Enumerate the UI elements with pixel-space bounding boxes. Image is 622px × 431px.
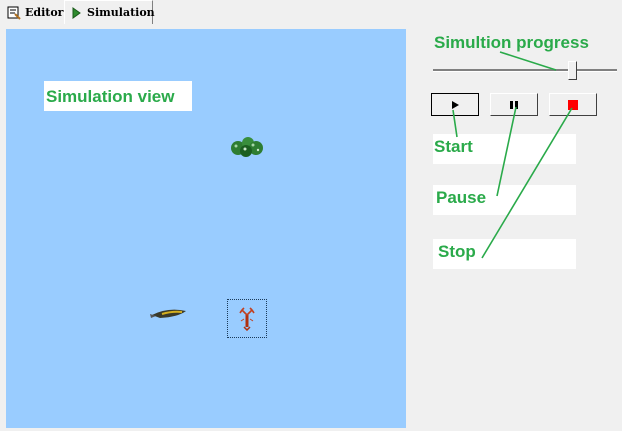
pause-annotation: Pause	[436, 188, 487, 207]
play-icon	[452, 100, 459, 109]
simulation-view[interactable]: Simulation view	[6, 29, 406, 428]
progress-annotation: Simultion progress	[434, 33, 589, 52]
pause-button[interactable]	[490, 93, 538, 116]
progress-slider-thumb[interactable]	[568, 61, 577, 80]
progress-arrow	[499, 51, 557, 71]
start-button[interactable]	[431, 93, 479, 116]
tree-cluster-icon[interactable]	[229, 135, 267, 159]
stop-button[interactable]	[549, 93, 597, 116]
tab-simulation[interactable]: Simulation	[64, 0, 155, 24]
tab-editor[interactable]: Editor	[3, 2, 64, 23]
tab-bar: Editor Simulation	[0, 0, 622, 24]
simulation-view-annotation: Simulation view	[44, 81, 192, 111]
progress-slider-track[interactable]	[433, 69, 617, 72]
fish-icon[interactable]	[148, 305, 190, 321]
pause-icon	[510, 100, 518, 109]
lobster-icon[interactable]	[238, 307, 256, 331]
start-annotation: Start	[434, 137, 473, 156]
editor-icon	[6, 5, 22, 21]
play-icon	[68, 5, 84, 21]
selection-box[interactable]	[227, 299, 267, 338]
tab-editor-label: Editor	[25, 6, 64, 19]
stop-icon	[568, 99, 578, 110]
tab-simulation-label: Simulation	[87, 6, 155, 19]
stop-annotation: Stop	[438, 242, 476, 261]
stop-arrow	[481, 107, 573, 259]
